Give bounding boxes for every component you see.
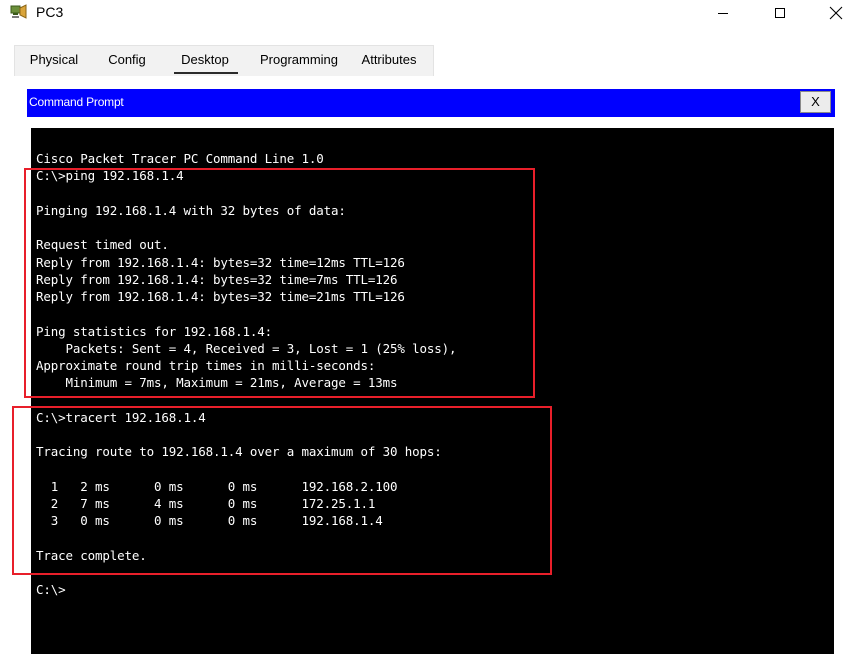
terminal-line: Minimum = 7ms, Maximum = 21ms, Average =… <box>36 375 398 391</box>
minimize-button[interactable] <box>700 0 746 26</box>
terminal-line: Trace complete. <box>36 547 147 563</box>
terminal-line: Tracing route to 192.168.1.4 over a maxi… <box>36 444 442 460</box>
close-button[interactable] <box>813 0 859 26</box>
command-prompt-title: Command Prompt <box>29 95 124 109</box>
terminal-line: C:\>ping 192.168.1.4 <box>36 168 184 184</box>
window-titlebar[interactable]: PC3 <box>0 0 865 26</box>
terminal-lines: Cisco Packet Tracer PC Command Line 1.0 C… <box>36 150 457 599</box>
maximize-button[interactable] <box>757 0 803 26</box>
terminal-line: 1 2 ms 0 ms 0 ms 192.168.2.100 <box>36 478 398 494</box>
device-tabs: Physical Config Desktop Programming Attr… <box>14 45 434 76</box>
packet-tracer-pc-icon <box>10 4 28 20</box>
terminal-line: 2 7 ms 4 ms 0 ms 172.25.1.1 <box>36 496 376 511</box>
terminal-line: Reply from 192.168.1.4: bytes=32 time=21… <box>36 289 405 304</box>
command-prompt-titlebar: Command Prompt X <box>27 89 835 117</box>
terminal-line: Request timed out. <box>36 237 169 253</box>
terminal-line: C:\>tracert 192.168.1.4 <box>36 409 206 425</box>
tab-physical[interactable]: Physical <box>23 46 85 74</box>
pc3-window: PC3 Physical Config Desktop Programming … <box>0 0 865 654</box>
terminal-output[interactable]: Cisco Packet Tracer PC Command Line 1.0 C… <box>31 128 834 654</box>
minimize-icon <box>718 13 728 14</box>
command-prompt-close-button[interactable]: X <box>800 91 831 113</box>
terminal-line: Ping statistics for 192.168.1.4: <box>36 323 273 339</box>
terminal-line: Approximate round trip times in milli-se… <box>36 358 376 373</box>
terminal-line: Cisco Packet Tracer PC Command Line 1.0 <box>36 151 324 166</box>
tab-config[interactable]: Config <box>103 46 151 74</box>
terminal-line: Reply from 192.168.1.4: bytes=32 time=12… <box>36 254 405 270</box>
active-tab-indicator <box>174 72 238 74</box>
terminal-line: Pinging 192.168.1.4 with 32 bytes of dat… <box>36 202 346 218</box>
terminal-line: 3 0 ms 0 ms 0 ms 192.168.1.4 <box>36 513 383 529</box>
terminal-line: Packets: Sent = 4, Received = 3, Lost = … <box>36 340 457 356</box>
terminal-line: C:\> <box>36 582 66 598</box>
tab-programming[interactable]: Programming <box>251 46 347 74</box>
close-icon <box>829 6 843 20</box>
tab-desktop[interactable]: Desktop <box>171 46 239 74</box>
maximize-icon <box>775 8 785 18</box>
tab-attributes[interactable]: Attributes <box>357 46 421 74</box>
window-title: PC3 <box>36 4 64 20</box>
terminal-line: Reply from 192.168.1.4: bytes=32 time=7m… <box>36 271 398 287</box>
